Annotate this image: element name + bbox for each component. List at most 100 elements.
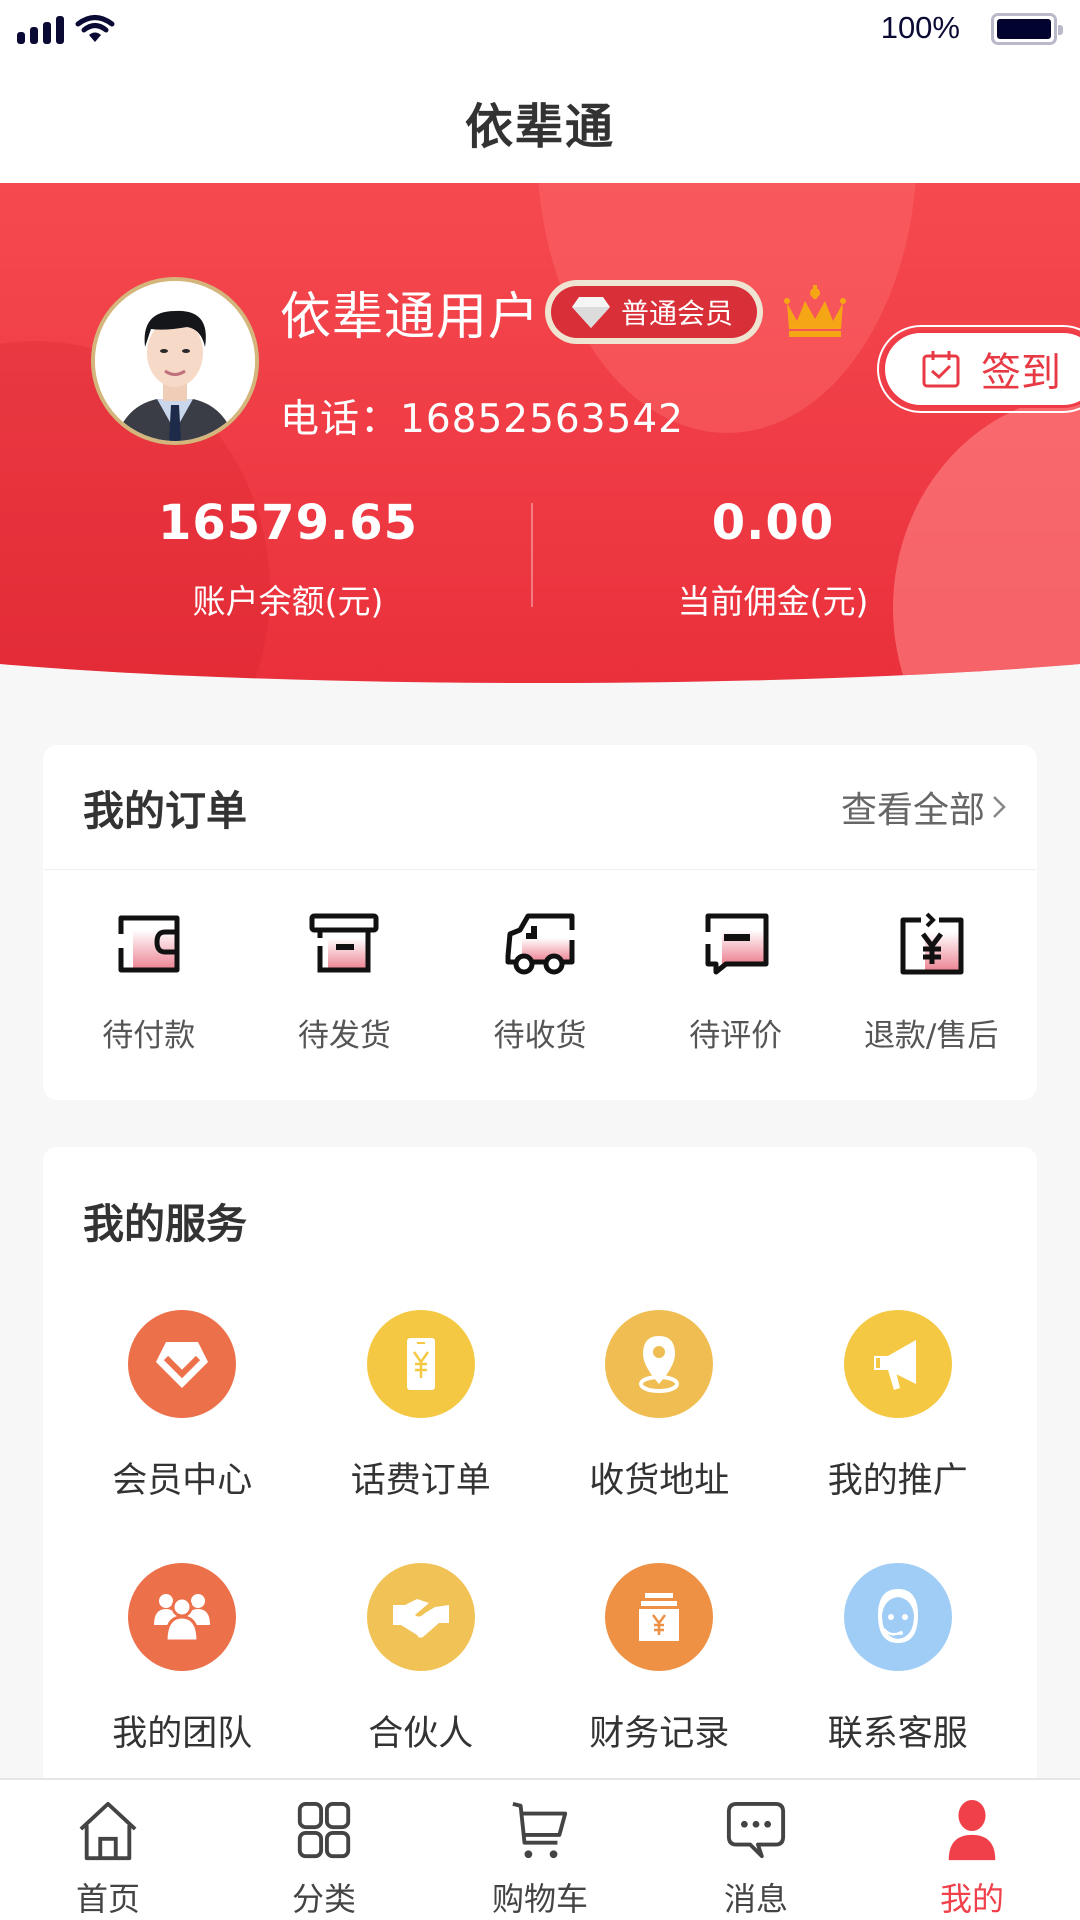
sign-in-label: 签到	[981, 350, 1061, 396]
wallet-icon	[118, 915, 180, 973]
screen: 100% 依辈通 依辈通用户 普通会员 电话：16852563542 签到 16…	[0, 0, 1080, 1920]
signal-icon	[17, 14, 64, 44]
bottom-tab-bar: 首页 分类 购物车 消息 我的	[0, 1778, 1080, 1920]
tab-label: 分类	[291, 1880, 356, 1918]
services-grid: 会员中心 话费订单 收货地址 我的推广 我的团队 合伙人 财务记录 联系客服	[43, 1272, 1037, 1756]
crown-icon	[784, 285, 846, 337]
customer-service-icon	[877, 1589, 918, 1643]
service-customer-support[interactable]: 联系客服	[779, 1563, 1018, 1756]
category-icon	[297, 1801, 351, 1859]
cart-icon	[512, 1801, 568, 1859]
service-icon-bg	[128, 1310, 237, 1418]
tab-home[interactable]: 首页	[0, 1780, 216, 1920]
service-phone-bill-orders[interactable]: 话费订单	[302, 1310, 541, 1503]
truck-icon	[505, 913, 575, 975]
finance-icon	[639, 1593, 680, 1641]
tab-cart[interactable]: 购物车	[432, 1780, 648, 1920]
service-icon-bg	[843, 1310, 952, 1418]
view-all-orders-link[interactable]: 查看全部	[841, 781, 1007, 833]
order-refund-aftersale[interactable]: 退款/售后	[841, 912, 1021, 1055]
order-pending-payment[interactable]: 待付款	[59, 912, 239, 1055]
wifi-icon	[75, 15, 115, 42]
tab-profile[interactable]: 我的	[864, 1780, 1080, 1920]
service-label: 收货地址	[589, 1461, 730, 1501]
refund-icon	[900, 912, 964, 975]
service-icon-bg	[843, 1563, 952, 1671]
account-balance-label: 账户余额(元)	[192, 582, 384, 621]
service-label: 话费订单	[350, 1461, 491, 1501]
phone-value: 16852563542	[400, 397, 684, 442]
chevron-right-icon	[993, 796, 1006, 818]
view-all-label: 查看全部	[840, 790, 985, 831]
order-item-label: 待收货	[493, 1018, 587, 1054]
service-label: 会员中心	[112, 1461, 253, 1501]
service-icon-bg	[605, 1310, 714, 1418]
order-pending-review[interactable]: 待评价	[646, 912, 826, 1055]
battery-percentage: 100%	[880, 10, 960, 45]
phone-number: 电话：16852563542	[280, 388, 684, 444]
service-icon-bg	[128, 1563, 237, 1671]
location-icon	[639, 1336, 680, 1393]
current-commission-label: 当前佣金(元)	[677, 582, 869, 621]
status-bar: 100%	[0, 0, 1080, 60]
avatar-photo	[95, 281, 255, 441]
tab-label: 首页	[75, 1880, 140, 1918]
page-title: 依辈通	[464, 98, 615, 155]
service-my-team[interactable]: 我的团队	[63, 1563, 302, 1756]
comment-icon	[705, 913, 769, 975]
home-icon	[79, 1801, 137, 1861]
diamond-icon	[572, 297, 610, 328]
profile-header: 依辈通用户 普通会员 电话：16852563542 签到 16579.65 账户…	[0, 183, 1080, 703]
battery-icon	[991, 13, 1063, 45]
message-icon	[726, 1801, 786, 1859]
handshake-icon	[392, 1599, 449, 1638]
tab-category[interactable]: 分类	[216, 1780, 432, 1920]
service-label: 合伙人	[368, 1714, 474, 1754]
megaphone-icon	[873, 1340, 916, 1390]
member-level-label: 普通会员	[621, 297, 734, 330]
my-services-header: 我的服务	[43, 1147, 1037, 1272]
service-label: 我的推广	[827, 1461, 968, 1501]
service-icon-bg	[366, 1310, 475, 1418]
service-my-promotion[interactable]: 我的推广	[779, 1310, 1018, 1503]
service-icon-bg	[366, 1563, 475, 1671]
avatar[interactable]	[91, 277, 259, 445]
my-orders-title: 我的订单	[83, 787, 247, 835]
service-shipping-address[interactable]: 收货地址	[540, 1310, 779, 1503]
service-partner[interactable]: 合伙人	[302, 1563, 541, 1756]
current-commission-value: 0.00	[711, 495, 835, 551]
order-item-label: 待付款	[102, 1018, 196, 1054]
my-orders-header: 我的订单 查看全部	[43, 745, 1037, 870]
title-bar: 依辈通	[0, 60, 1080, 183]
tab-label: 消息	[723, 1880, 788, 1918]
member-level-badge[interactable]: 普通会员	[545, 280, 763, 344]
account-balance[interactable]: 16579.65 账户余额(元)	[88, 495, 488, 623]
box-icon	[309, 913, 379, 973]
order-item-label: 退款/售后	[863, 1018, 999, 1054]
order-status-row: 待付款 待发货 待收货 待评价 退款/售后	[43, 912, 1037, 1055]
service-label: 财务记录	[589, 1714, 730, 1754]
service-icon-bg	[605, 1563, 714, 1671]
stat-divider	[531, 503, 533, 607]
tab-messages[interactable]: 消息	[648, 1780, 864, 1920]
tab-label: 我的	[939, 1880, 1004, 1918]
phone-label: 电话：	[280, 397, 401, 442]
sign-in-button[interactable]: 签到	[877, 325, 1080, 413]
service-member-center[interactable]: 会员中心	[63, 1310, 302, 1503]
my-orders-card: 我的订单 查看全部 待付款 待发货 待收货 待评价 退款/售后	[43, 745, 1037, 1100]
current-commission[interactable]: 0.00 当前佣金(元)	[573, 495, 973, 623]
calendar-check-icon	[922, 351, 960, 388]
my-services-card: 我的服务 会员中心 话费订单 收货地址 我的推广 我的团队 合伙人 财务记录 联…	[43, 1147, 1037, 1787]
order-pending-shipment[interactable]: 待发货	[254, 912, 434, 1055]
service-label: 联系客服	[827, 1714, 968, 1754]
order-item-label: 待评价	[689, 1018, 783, 1054]
order-pending-receipt[interactable]: 待收货	[450, 912, 630, 1055]
profile-icon	[948, 1800, 996, 1861]
account-balance-value: 16579.65	[157, 495, 419, 551]
service-finance-records[interactable]: 财务记录	[540, 1563, 779, 1756]
my-services-title: 我的服务	[83, 1199, 247, 1248]
vip-icon	[156, 1342, 209, 1388]
phone-bill-icon	[406, 1338, 435, 1390]
username: 依辈通用户	[280, 288, 541, 347]
service-label: 我的团队	[112, 1714, 253, 1754]
